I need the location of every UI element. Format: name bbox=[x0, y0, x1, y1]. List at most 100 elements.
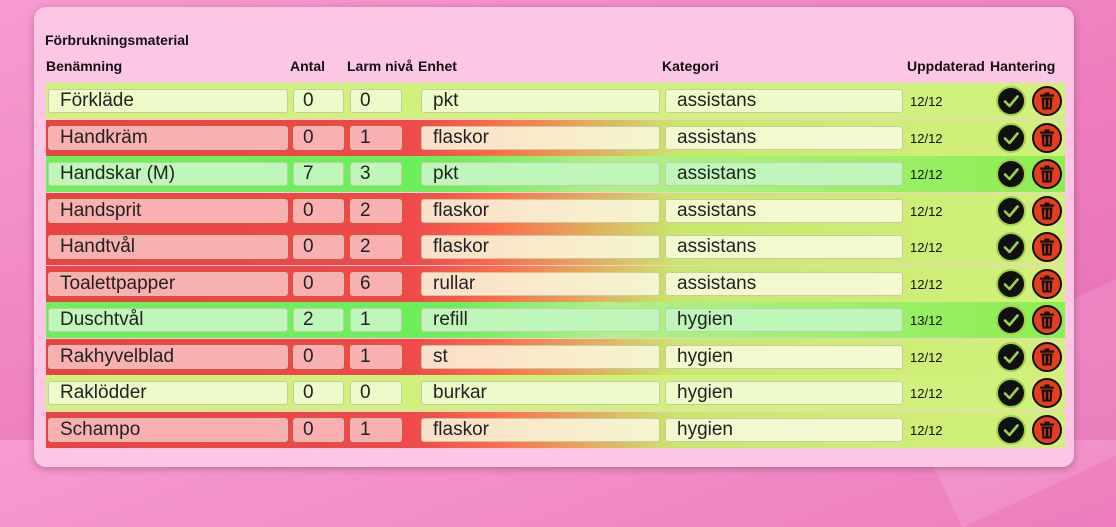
quantity-field[interactable]: 0 bbox=[293, 344, 344, 369]
unit-field[interactable]: burkar bbox=[421, 381, 660, 405]
item-name-field[interactable]: Toalettpapper bbox=[48, 271, 288, 296]
category-field[interactable]: hygien bbox=[665, 344, 903, 369]
table-row: Handskar (M) 7 3 pkt assistans 12/12 bbox=[46, 156, 1065, 192]
item-name-field[interactable]: Handskar (M) bbox=[48, 162, 288, 186]
item-name-field[interactable]: Förkläde bbox=[48, 89, 288, 113]
alarm-level-field[interactable]: 1 bbox=[350, 417, 402, 442]
trash-icon bbox=[1039, 421, 1055, 439]
unit-field[interactable]: flaskor bbox=[421, 198, 660, 223]
inventory-panel: Förbrukningsmaterial Benämning Antal Lar… bbox=[34, 7, 1074, 467]
checkmark-icon bbox=[1002, 348, 1020, 366]
item-name-field[interactable]: Handtvål bbox=[48, 235, 288, 259]
category-field[interactable]: hygien bbox=[665, 381, 903, 405]
quantity-field[interactable]: 7 bbox=[293, 162, 344, 186]
checkmark-icon bbox=[1002, 421, 1020, 439]
alarm-level-field[interactable]: 6 bbox=[350, 271, 402, 296]
category-field[interactable]: assistans bbox=[665, 235, 903, 259]
alarm-level-field[interactable]: 2 bbox=[350, 198, 402, 223]
item-name-field[interactable]: Rakhyvelblad bbox=[48, 344, 288, 369]
confirm-button[interactable] bbox=[996, 341, 1026, 372]
delete-button[interactable] bbox=[1032, 86, 1062, 116]
header-actions: Hantering bbox=[990, 58, 1056, 74]
alarm-level-field[interactable]: 1 bbox=[350, 344, 402, 369]
confirm-button[interactable] bbox=[996, 195, 1026, 226]
table-row: Rakhyvelblad 0 1 st hygien 12/12 bbox=[46, 338, 1065, 375]
item-name-field[interactable]: Handkräm bbox=[48, 125, 288, 150]
checkmark-icon bbox=[1002, 129, 1020, 147]
trash-icon bbox=[1039, 202, 1055, 220]
confirm-button[interactable] bbox=[996, 159, 1026, 189]
category-field[interactable]: hygien bbox=[665, 417, 903, 442]
alarm-level-field[interactable]: 2 bbox=[350, 235, 402, 259]
table-row: Handkräm 0 1 flaskor assistans 12/12 bbox=[46, 119, 1065, 156]
unit-field[interactable]: st bbox=[421, 344, 660, 369]
header-larm: Larm nivå bbox=[347, 58, 414, 74]
delete-button[interactable] bbox=[1032, 305, 1062, 335]
updated-date: 13/12 bbox=[910, 313, 943, 328]
confirm-button[interactable] bbox=[996, 305, 1026, 335]
trash-icon bbox=[1039, 129, 1055, 147]
delete-button[interactable] bbox=[1032, 341, 1062, 372]
header-updated: Uppdaterad bbox=[907, 58, 985, 74]
updated-date: 12/12 bbox=[910, 386, 943, 401]
delete-button[interactable] bbox=[1032, 232, 1062, 262]
quantity-field[interactable]: 0 bbox=[293, 271, 344, 296]
alarm-level-field[interactable]: 1 bbox=[350, 308, 402, 332]
category-field[interactable]: assistans bbox=[665, 162, 903, 186]
item-name-field[interactable]: Schampo bbox=[48, 417, 288, 442]
updated-date: 12/12 bbox=[910, 94, 943, 109]
unit-field[interactable]: rullar bbox=[421, 271, 660, 296]
unit-field[interactable]: pkt bbox=[421, 162, 660, 186]
delete-button[interactable] bbox=[1032, 414, 1062, 445]
category-field[interactable]: assistans bbox=[665, 198, 903, 223]
unit-field[interactable]: refill bbox=[421, 308, 660, 332]
unit-field[interactable]: flaskor bbox=[421, 125, 660, 150]
checkmark-icon bbox=[1002, 311, 1020, 329]
unit-field[interactable]: flaskor bbox=[421, 235, 660, 259]
quantity-field[interactable]: 0 bbox=[293, 417, 344, 442]
checkmark-icon bbox=[1002, 92, 1020, 110]
updated-date: 12/12 bbox=[910, 167, 943, 182]
delete-button[interactable] bbox=[1032, 378, 1062, 408]
quantity-field[interactable]: 0 bbox=[293, 125, 344, 150]
alarm-level-field[interactable]: 3 bbox=[350, 162, 402, 186]
table-row: Schampo 0 1 flaskor hygien 12/12 bbox=[46, 411, 1065, 448]
confirm-button[interactable] bbox=[996, 268, 1026, 299]
table-header: Benämning Antal Larm nivå Enhet Kategori… bbox=[34, 58, 1074, 76]
table-row: Toalettpapper 0 6 rullar assistans 12/12 bbox=[46, 265, 1065, 302]
checkmark-icon bbox=[1002, 165, 1020, 183]
confirm-button[interactable] bbox=[996, 122, 1026, 153]
category-field[interactable]: assistans bbox=[665, 125, 903, 150]
trash-icon bbox=[1039, 348, 1055, 366]
checkmark-icon bbox=[1002, 275, 1020, 293]
delete-button[interactable] bbox=[1032, 159, 1062, 189]
table-row: Handtvål 0 2 flaskor assistans 12/12 bbox=[46, 229, 1065, 265]
header-name: Benämning bbox=[46, 58, 123, 74]
updated-date: 12/12 bbox=[910, 349, 943, 365]
confirm-button[interactable] bbox=[996, 232, 1026, 262]
alarm-level-field[interactable]: 0 bbox=[350, 89, 402, 113]
item-name-field[interactable]: Handsprit bbox=[48, 198, 288, 223]
table-row: Duschtvål 2 1 refill hygien 13/12 bbox=[46, 302, 1065, 338]
quantity-field[interactable]: 0 bbox=[293, 198, 344, 223]
confirm-button[interactable] bbox=[996, 86, 1026, 116]
item-name-field[interactable]: Raklödder bbox=[48, 381, 288, 405]
unit-field[interactable]: flaskor bbox=[421, 417, 660, 442]
quantity-field[interactable]: 0 bbox=[293, 235, 344, 259]
quantity-field[interactable]: 0 bbox=[293, 89, 344, 113]
confirm-button[interactable] bbox=[996, 414, 1026, 445]
delete-button[interactable] bbox=[1032, 122, 1062, 153]
alarm-level-field[interactable]: 1 bbox=[350, 125, 402, 150]
category-field[interactable]: hygien bbox=[665, 308, 903, 332]
alarm-level-field[interactable]: 0 bbox=[350, 381, 402, 405]
delete-button[interactable] bbox=[1032, 195, 1062, 226]
category-field[interactable]: assistans bbox=[665, 271, 903, 296]
unit-field[interactable]: pkt bbox=[421, 89, 660, 113]
checkmark-icon bbox=[1002, 238, 1020, 256]
delete-button[interactable] bbox=[1032, 268, 1062, 299]
category-field[interactable]: assistans bbox=[665, 89, 903, 113]
quantity-field[interactable]: 2 bbox=[293, 308, 344, 332]
quantity-field[interactable]: 0 bbox=[293, 381, 344, 405]
item-name-field[interactable]: Duschtvål bbox=[48, 308, 288, 332]
confirm-button[interactable] bbox=[996, 378, 1026, 408]
